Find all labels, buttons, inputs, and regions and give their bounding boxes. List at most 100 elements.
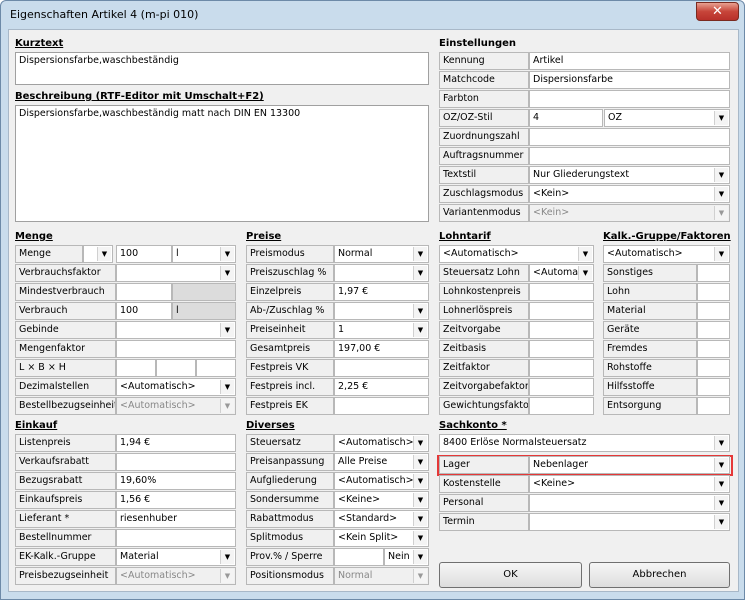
cancel-button[interactable]: Abbrechen	[589, 562, 730, 588]
chevron-down-icon[interactable]: ▼	[220, 380, 234, 394]
einstellungen-field[interactable]: Artikel	[529, 52, 730, 70]
provision-field[interactable]	[334, 548, 384, 566]
mindestverbrauch-field[interactable]	[116, 283, 172, 301]
chevron-down-icon[interactable]: ▼	[220, 399, 234, 413]
lohntarif-field[interactable]	[529, 321, 594, 339]
preise-field[interactable]: Normal ▼	[334, 245, 429, 263]
width-field[interactable]	[156, 359, 196, 377]
menge-dropdown[interactable]: ▼	[116, 321, 236, 339]
einstellungen-dropdown[interactable]: <Kein> ▼	[529, 204, 730, 222]
lohntarif-dropdown[interactable]: <Automatisch> ▼	[439, 245, 594, 263]
chevron-down-icon[interactable]: ▼	[413, 531, 427, 545]
kalk-factor-field[interactable]	[697, 359, 730, 377]
kalk-factor-field[interactable]	[697, 264, 730, 282]
chevron-down-icon[interactable]: ▼	[413, 266, 427, 280]
lohntarif-field[interactable]	[529, 340, 594, 358]
chevron-down-icon[interactable]: ▼	[413, 455, 427, 469]
einkauf-field[interactable]: 19,60%	[116, 472, 236, 490]
chevron-down-icon[interactable]: ▼	[413, 493, 427, 507]
einstellungen-field[interactable]	[529, 147, 730, 165]
preise-field[interactable]: 2,25 €	[334, 378, 429, 396]
diverses-dropdown[interactable]: <Kein Split> ▼	[334, 529, 429, 547]
chevron-down-icon[interactable]: ▼	[714, 477, 728, 491]
lohntarif-field[interactable]	[529, 283, 594, 301]
diverses-dropdown[interactable]: Normal ▼	[334, 567, 429, 585]
kalk-factor-field[interactable]	[697, 321, 730, 339]
preise-field[interactable]: 197,00 €	[334, 340, 429, 358]
mindestverbrauch-unit[interactable]	[172, 283, 236, 301]
kalk-factor-field[interactable]	[697, 340, 730, 358]
lohntarif-field[interactable]	[529, 378, 594, 396]
chevron-down-icon[interactable]: ▼	[413, 550, 427, 564]
preise-field[interactable]	[334, 359, 429, 377]
preise-field[interactable]: 1,97 €	[334, 283, 429, 301]
chevron-down-icon[interactable]: ▼	[714, 247, 728, 261]
kalk-factor-field[interactable]	[697, 378, 730, 396]
lohntarif-field[interactable]: <Automat ▼	[529, 264, 594, 282]
lohntarif-field[interactable]	[529, 397, 594, 415]
chevron-down-icon[interactable]: ▼	[220, 247, 234, 261]
chevron-down-icon[interactable]: ▼	[714, 458, 728, 472]
einstellungen-field[interactable]: Dispersionsfarbe	[529, 71, 730, 89]
menge-unit-dropdown[interactable]: l ▼	[172, 245, 236, 263]
mengenfaktor-field[interactable]	[116, 340, 236, 358]
einkauf-field[interactable]: 1,94 €	[116, 434, 236, 452]
chevron-down-icon[interactable]: ▼	[413, 569, 427, 583]
chevron-down-icon[interactable]: ▼	[578, 247, 592, 261]
einkauf-field[interactable]: <Automatisch> ▼	[116, 567, 236, 585]
preise-field[interactable]	[334, 397, 429, 415]
menge-dropdown[interactable]: <Automatisch> ▼	[116, 378, 236, 396]
length-field[interactable]	[116, 359, 156, 377]
chevron-down-icon[interactable]: ▼	[413, 247, 427, 261]
chevron-down-icon[interactable]: ▼	[714, 436, 728, 450]
chevron-down-icon[interactable]: ▼	[413, 474, 427, 488]
einstellungen-dropdown[interactable]: Nur Gliederungstext ▼	[529, 166, 730, 184]
chevron-down-icon[interactable]: ▼	[220, 266, 234, 280]
close-button[interactable]: ✕	[696, 2, 739, 21]
chevron-down-icon[interactable]: ▼	[714, 206, 728, 220]
einkauf-field[interactable]: riesenhuber	[116, 510, 236, 528]
sachkonto-row-dropdown[interactable]: ▼	[529, 513, 730, 531]
chevron-down-icon[interactable]: ▼	[413, 512, 427, 526]
diverses-dropdown[interactable]: <Standard> ▼	[334, 510, 429, 528]
diverses-dropdown[interactable]: <Keine> ▼	[334, 491, 429, 509]
oz-field[interactable]: 4	[529, 109, 603, 127]
ok-button[interactable]: OK	[439, 562, 582, 588]
chevron-down-icon[interactable]: ▼	[413, 304, 427, 318]
chevron-down-icon[interactable]: ▼	[578, 266, 592, 280]
einstellungen-dropdown[interactable]: <Kein> ▼	[529, 185, 730, 203]
menge-dropdown[interactable]: ▼	[116, 264, 236, 282]
einkauf-field[interactable]	[116, 529, 236, 547]
einstellungen-field[interactable]	[529, 128, 730, 146]
chevron-down-icon[interactable]: ▼	[413, 436, 427, 450]
chevron-down-icon[interactable]: ▼	[220, 550, 234, 564]
einkauf-field[interactable]	[116, 453, 236, 471]
einstellungen-field[interactable]	[529, 90, 730, 108]
chevron-down-icon[interactable]: ▼	[714, 111, 728, 125]
diverses-dropdown[interactable]: <Automatisch> ▼	[334, 434, 429, 452]
chevron-down-icon[interactable]: ▼	[714, 168, 728, 182]
kurztext-field[interactable]: Dispersionsfarbe,waschbeständig	[15, 52, 429, 85]
preise-field[interactable]: ▼	[334, 264, 429, 282]
diverses-dropdown[interactable]: Alle Preise ▼	[334, 453, 429, 471]
sachkonto-row-dropdown[interactable]: <Keine> ▼	[529, 475, 730, 493]
chevron-down-icon[interactable]: ▼	[714, 496, 728, 510]
chevron-down-icon[interactable]: ▼	[413, 323, 427, 337]
preise-field[interactable]: ▼	[334, 302, 429, 320]
einkauf-field[interactable]: 1,56 €	[116, 491, 236, 509]
diverses-dropdown[interactable]: <Automatisch> ▼	[334, 472, 429, 490]
sperre-dropdown[interactable]: Nein ▼	[384, 548, 429, 566]
menge-field[interactable]: 100	[116, 245, 172, 263]
beschreibung-field[interactable]: Dispersionsfarbe,waschbeständig matt nac…	[15, 105, 429, 222]
kalk-factor-field[interactable]	[697, 283, 730, 301]
kalk-group-dropdown[interactable]: <Automatisch> ▼	[603, 245, 730, 263]
sachkonto-dropdown[interactable]: 8400 Erlöse Normalsteuersatz ▼	[439, 434, 730, 452]
kalk-factor-field[interactable]	[697, 302, 730, 320]
menge-dropdown[interactable]: <Automatisch> ▼	[116, 397, 236, 415]
chevron-down-icon[interactable]: ▼	[714, 515, 728, 529]
chevron-down-icon[interactable]: ▼	[220, 323, 234, 337]
chevron-down-icon[interactable]: ▼	[714, 187, 728, 201]
sachkonto-row-dropdown[interactable]: ▼	[529, 494, 730, 512]
height-field[interactable]	[196, 359, 236, 377]
sachkonto-row-dropdown[interactable]: Nebenlager ▼	[529, 456, 730, 474]
